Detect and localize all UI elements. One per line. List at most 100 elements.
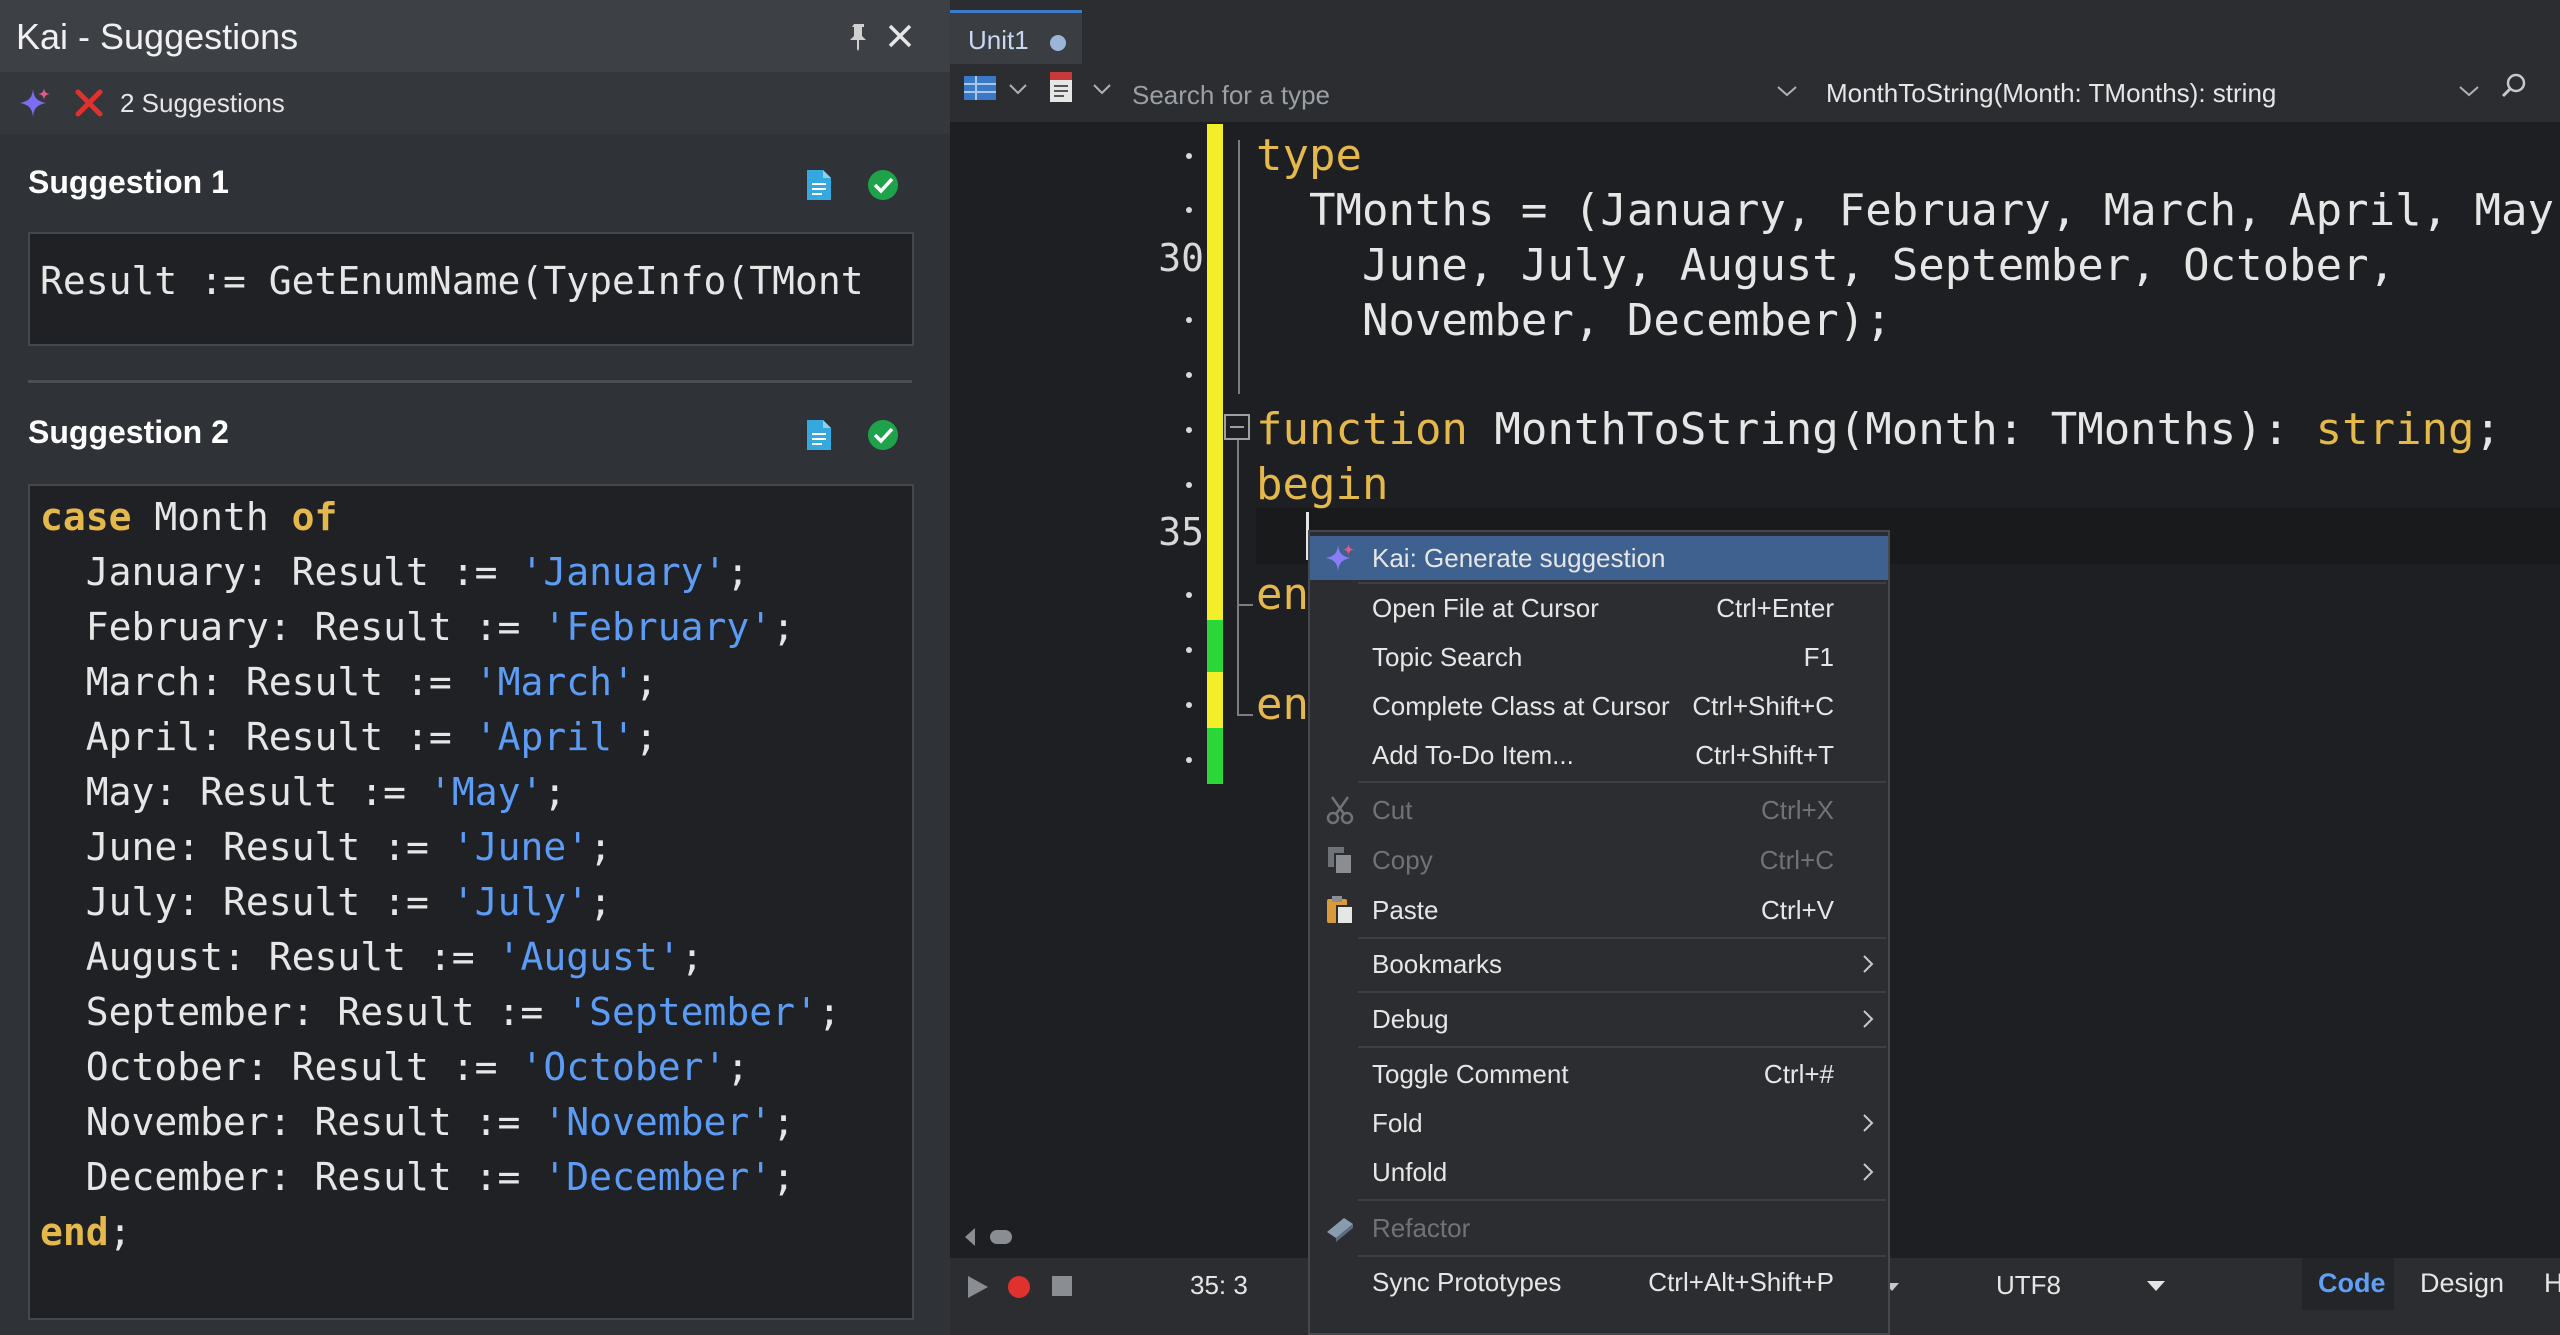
menu-item-fold[interactable]: Fold (1310, 1101, 1888, 1145)
menu-item-topic-search[interactable]: Topic Search F1 (1310, 635, 1888, 679)
menu-item-add-todo[interactable]: Add To-Do Item... Ctrl+Shift+T (1310, 733, 1888, 777)
line-number: 30 (1158, 236, 1204, 280)
menu-item-unfold[interactable]: Unfold (1310, 1150, 1888, 1194)
search-icon[interactable] (2500, 72, 2528, 100)
code-line: type (1256, 130, 1362, 181)
suggestion-2-heading: Suggestion 2 (28, 414, 229, 450)
tab-design[interactable]: Design (2420, 1268, 2504, 1299)
type-search-input[interactable] (1130, 76, 1714, 114)
menu-item-label: Refactor (1372, 1213, 1471, 1243)
change-bar-saved (1207, 620, 1223, 672)
structure-view-icon[interactable] (962, 72, 998, 104)
menu-item-shortcut: Ctrl+# (1763, 1059, 1834, 1089)
menu-item-cut[interactable]: Cut Ctrl+X (1310, 788, 1888, 832)
menu-item-sync-prototypes[interactable]: Sync Prototypes Ctrl+Alt+Shift+P (1310, 1260, 1888, 1304)
code-line: November, December); (1256, 295, 1892, 346)
chevron-down-icon[interactable] (2458, 84, 2480, 98)
tab-history[interactable]: H (2544, 1268, 2560, 1299)
code-line: en (1256, 569, 1309, 620)
chevron-down-icon[interactable] (1008, 82, 1028, 96)
tab-unit1[interactable]: Unit1 (950, 10, 1082, 67)
pin-icon[interactable] (843, 20, 875, 52)
code-line: case Month of (40, 495, 338, 539)
encoding-indicator[interactable]: UTF8 (1996, 1270, 2061, 1301)
code-line: end; (40, 1210, 132, 1254)
menu-item-label: Bookmarks (1372, 949, 1503, 979)
menu-item-label: Copy (1372, 845, 1433, 875)
menu-item-shortcut: Ctrl+Alt+Shift+P (1648, 1267, 1834, 1297)
code-line: August: Result := 'August'; (40, 935, 704, 979)
code-line: October: Result := 'October'; (40, 1045, 750, 1089)
panel-title: Kai - Suggestions (16, 16, 299, 57)
menu-item-refactor[interactable]: Refactor (1310, 1206, 1888, 1250)
gutter-dot (1186, 757, 1192, 763)
code-line: March: Result := 'March'; (40, 660, 658, 704)
menu-item-label: Toggle Comment (1372, 1059, 1569, 1089)
method-selector[interactable]: MonthToString(Month: TMonths): string (1826, 78, 2276, 109)
suggestion-1-code[interactable]: Result := GetEnumName(TypeInfo(TMont (28, 232, 914, 346)
menu-item-shortcut: Ctrl+Shift+T (1695, 740, 1834, 770)
suggestion-divider (28, 380, 912, 383)
accept-suggestion-2-icon[interactable] (866, 418, 900, 452)
code-line: September: Result := 'September'; (40, 990, 841, 1034)
scroll-left-icon[interactable] (962, 1226, 978, 1248)
menu-item-label: Complete Class at Cursor (1372, 691, 1670, 721)
context-menu: Kai: Generate suggestion Open File at Cu… (1308, 530, 1890, 1335)
code-line: June, July, August, September, October, (1256, 240, 2396, 291)
code-line: January: Result := 'January'; (40, 550, 750, 594)
chevron-down-icon[interactable] (2146, 1280, 2166, 1292)
code-line: en (1256, 679, 1309, 730)
tab-code-label: Code (2318, 1268, 2386, 1298)
copy-suggestion-1-icon[interactable] (804, 168, 834, 202)
menu-item-label: Cut (1372, 795, 1413, 825)
chevron-down-icon[interactable] (1776, 84, 1798, 98)
code-line: May: Result := 'May'; (40, 770, 567, 814)
menu-item-debug[interactable]: Debug (1310, 997, 1888, 1041)
fold-guide (1237, 714, 1253, 716)
menu-item-shortcut: Ctrl+C (1759, 845, 1834, 875)
stop-icon[interactable] (1052, 1276, 1072, 1296)
menu-item-open-file[interactable]: Open File at Cursor Ctrl+Enter (1310, 586, 1888, 630)
record-icon[interactable] (1006, 1274, 1032, 1300)
gutter-dot (1186, 207, 1192, 213)
copy-icon (1328, 847, 1353, 875)
copy-suggestion-2-icon[interactable] (804, 418, 834, 452)
menu-item-copy[interactable]: Copy Ctrl+C (1310, 838, 1888, 882)
gutter-dot (1186, 702, 1192, 708)
menu-item-paste[interactable]: Paste Ctrl+V (1310, 888, 1888, 932)
menu-item-label: Fold (1372, 1108, 1423, 1138)
menu-item-label: Kai: Generate suggestion (1372, 543, 1666, 573)
panel-title-bar: Kai - Suggestions (0, 0, 950, 72)
menu-item-toggle-comment[interactable]: Toggle Comment Ctrl+# (1310, 1052, 1888, 1096)
accept-suggestion-1-icon[interactable] (866, 168, 900, 202)
menu-item-bookmarks[interactable]: Bookmarks (1310, 942, 1888, 986)
fold-toggle-icon[interactable] (1224, 414, 1250, 440)
sparkle-icon[interactable] (18, 86, 52, 120)
scissors-icon (1326, 796, 1354, 825)
menu-separator (1358, 781, 1886, 783)
menu-item-label: Unfold (1372, 1157, 1448, 1187)
reject-icon[interactable] (72, 86, 106, 120)
play-icon[interactable] (964, 1274, 990, 1300)
refactor-icon (1327, 1218, 1353, 1242)
suggestion-1-line: Result := GetEnumName(TypeInfo(TMont (40, 259, 864, 303)
change-bar-saved (1207, 728, 1223, 784)
menu-item-kai-generate[interactable]: Kai: Generate suggestion (1310, 536, 1888, 580)
unit-page-icon[interactable] (1046, 70, 1076, 104)
chevron-down-icon[interactable] (1092, 82, 1112, 96)
gutter-dot (1186, 482, 1192, 488)
menu-item-label: Paste (1372, 895, 1439, 925)
menu-item-label: Add To-Do Item... (1372, 740, 1574, 770)
close-icon[interactable] (884, 20, 916, 52)
menu-separator (1358, 937, 1886, 939)
chevron-right-icon (1863, 1010, 1874, 1028)
tab-code[interactable]: Code (2302, 1258, 2394, 1310)
editor-tab-bar (950, 0, 2560, 66)
tab-label: Unit1 (968, 25, 1029, 55)
change-bar-modified (1207, 124, 1223, 624)
horizontal-scrollbar-thumb[interactable] (990, 1230, 1012, 1244)
suggestion-2-code[interactable]: case Month of January: Result := 'Januar… (28, 484, 914, 1320)
line-number: 35 (1158, 510, 1204, 554)
code-line: April: Result := 'April'; (40, 715, 658, 759)
menu-item-complete-class[interactable]: Complete Class at Cursor Ctrl+Shift+C (1310, 684, 1888, 728)
